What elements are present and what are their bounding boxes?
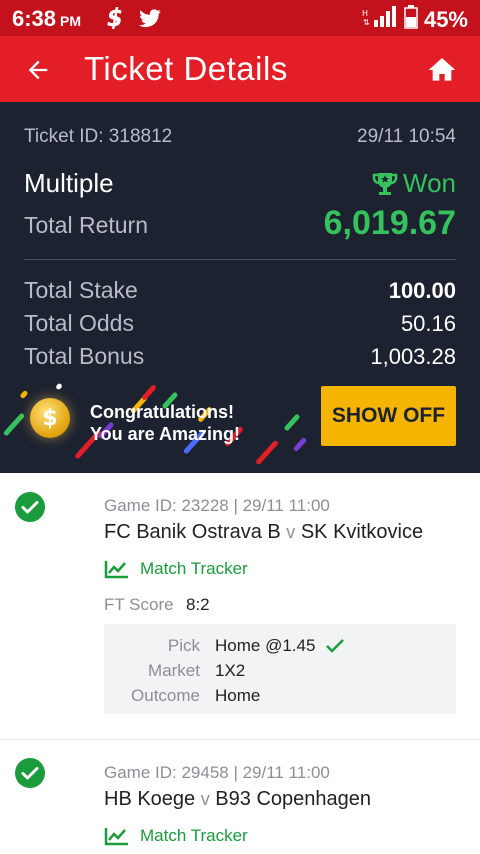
ft-score-label: FT Score: [104, 595, 174, 614]
total-odds-label: Total Odds: [24, 310, 134, 336]
bet-type: Multiple: [24, 168, 114, 198]
market-label: Market: [148, 661, 200, 680]
summary-divider: [24, 259, 456, 260]
total-odds-value: 50.16: [400, 311, 456, 336]
show-off-button[interactable]: SHOW OFF: [321, 386, 456, 446]
back-button[interactable]: [18, 50, 58, 90]
match-tracker-link[interactable]: Match Tracker: [104, 826, 248, 846]
page-title: Ticket Details: [84, 50, 288, 87]
congrats-text: Congratulations! You are Amazing!: [90, 402, 241, 444]
check-icon: [326, 639, 345, 653]
arrow-left-icon: [28, 60, 48, 80]
ticket-date: 29/11 10:54: [357, 126, 456, 147]
game-teams: HB Koege v B93 Copenhagen: [104, 788, 371, 810]
total-bonus-label: Total Bonus: [24, 343, 145, 369]
pick-value: Home @1.45: [215, 636, 345, 656]
check-circle-icon: [15, 758, 45, 788]
ticket-id: Ticket ID: 318812: [24, 126, 173, 147]
svg-text:⇅: ⇅: [363, 18, 370, 27]
game-teams: FC Banik Ostrava B v SK Kvitkovice: [104, 521, 424, 543]
home-icon: [428, 58, 456, 81]
home-button[interactable]: [422, 50, 462, 90]
pick-details: Pick Home @1.45 Market 1X2 Outcome Home: [104, 624, 456, 714]
game-card: Game ID: 23228 | 29/11 11:00 FC Banik Os…: [0, 473, 480, 739]
dollar-icon: S: [104, 6, 128, 35]
status-time: 6:38 PM: [12, 6, 82, 31]
outcome-label: Outcome: [131, 686, 200, 705]
won-label: Won: [403, 168, 456, 198]
total-stake-value: 100.00: [388, 278, 456, 303]
total-return-value: 6,019.67: [323, 204, 456, 242]
battery-percent: 45%: [423, 6, 468, 32]
ticket-summary: Ticket ID: 318812 29/11 10:54 Multiple W…: [0, 102, 480, 473]
chart-line-icon: [104, 828, 128, 846]
won-status: Won: [371, 168, 456, 199]
game-meta: Game ID: 29458 | 29/11 11:00: [104, 763, 330, 782]
total-stake-label: Total Stake: [24, 277, 138, 303]
chart-line-icon: [104, 561, 128, 579]
ft-score-value: 8:2: [186, 595, 210, 614]
twitter-icon: [138, 6, 162, 35]
match-tracker-link[interactable]: Match Tracker: [104, 559, 248, 579]
pick-label: Pick: [167, 636, 200, 655]
game-meta: Game ID: 23228 | 29/11 11:00: [104, 496, 330, 515]
trophy-icon: [372, 172, 398, 195]
coin-icon: $: [30, 398, 70, 438]
market-value: 1X2: [215, 661, 246, 680]
check-circle-icon: [15, 492, 45, 522]
total-bonus-value: 1,003.28: [370, 344, 456, 369]
status-bar: 6:38PM S H ⇅: [0, 0, 480, 36]
game-card: Game ID: 29458 | 29/11 11:00 HB Koege v …: [0, 740, 480, 854]
outcome-value: Home: [215, 686, 261, 705]
signal-icon: H ⇅: [362, 5, 398, 34]
svg-text:H: H: [362, 9, 368, 18]
battery-icon: [404, 5, 418, 34]
total-return-label: Total Return: [24, 212, 149, 238]
app-toolbar: Ticket Details: [0, 36, 480, 102]
